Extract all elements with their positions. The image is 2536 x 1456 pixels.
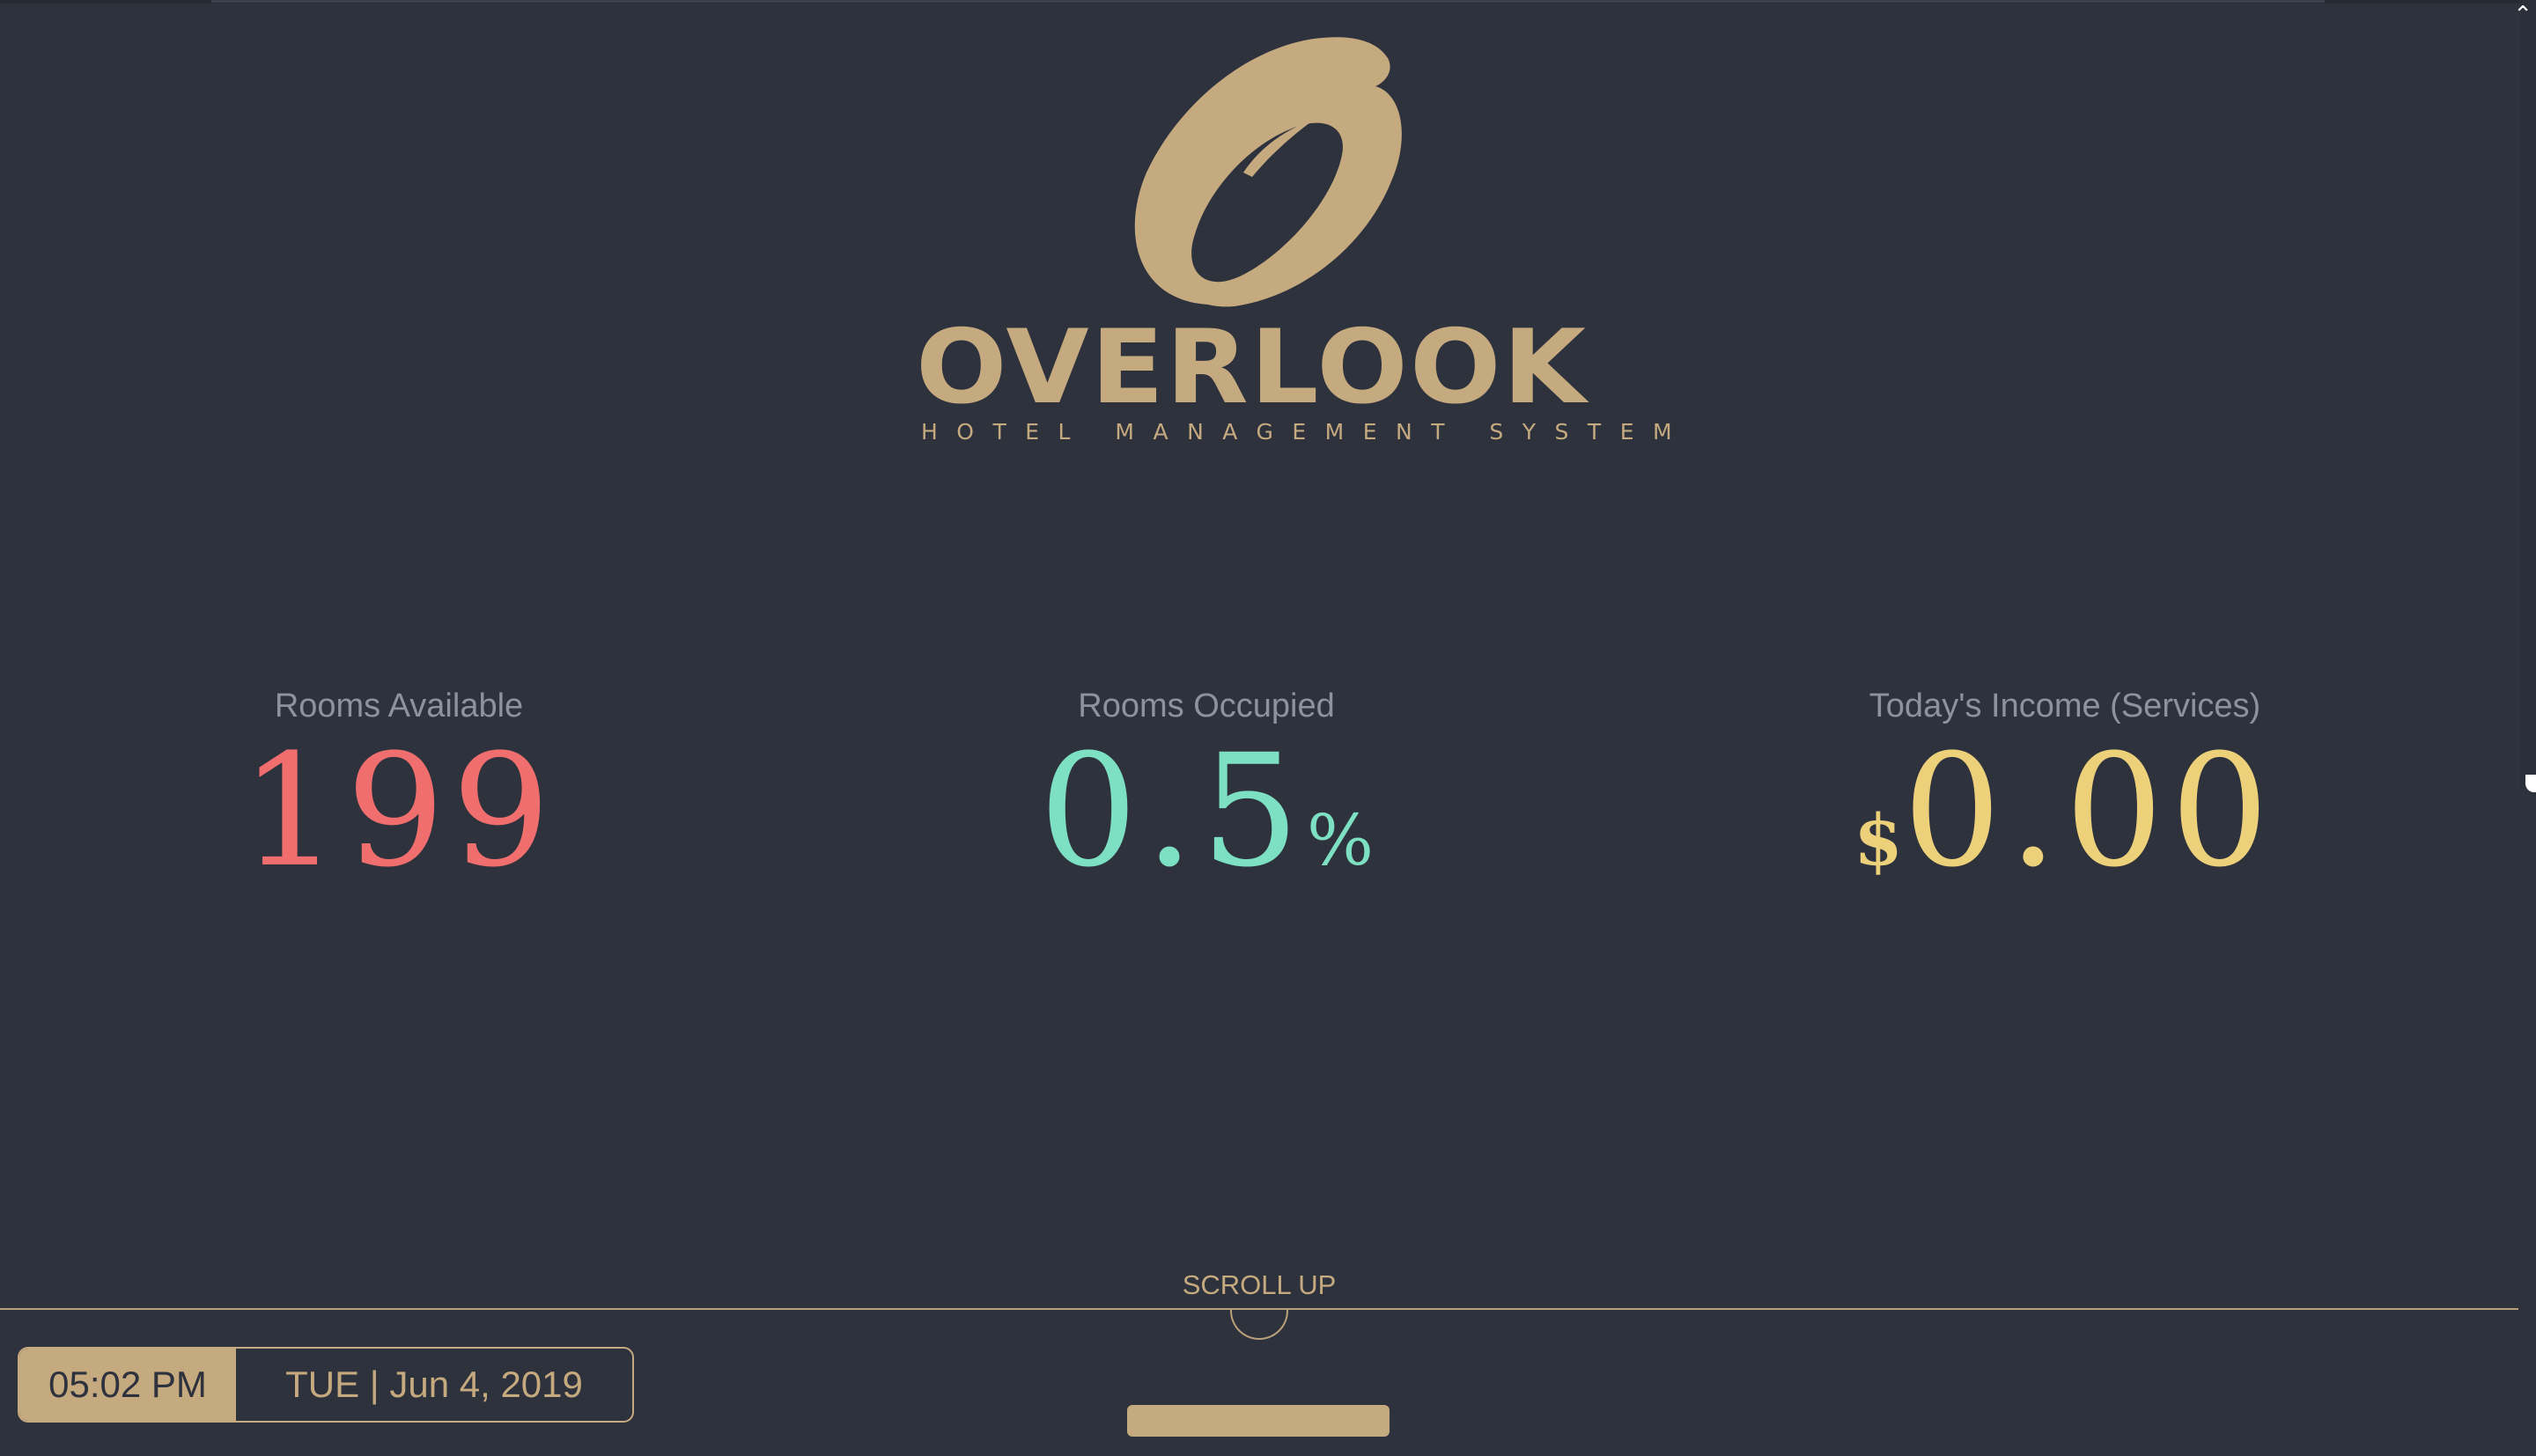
percent-suffix: % (1306, 799, 1374, 881)
scrollbar-thumb[interactable] (2525, 775, 2536, 792)
overlook-logo-icon (1134, 37, 1402, 307)
corner-arrow-icon: ⌃ (2513, 2, 2532, 28)
current-time: 05:02 PM (19, 1349, 236, 1421)
todays-income-value: 0.00 (1902, 721, 2276, 901)
top-border (0, 0, 2536, 4)
todays-income-stat: Today's Income (Services) $0.00 (1840, 683, 2289, 889)
scrollbar-track[interactable] (2520, 0, 2536, 789)
rooms-available-value-row: 199 (203, 734, 595, 889)
current-date: TUE | Jun 4, 2019 (285, 1364, 583, 1405)
scroll-up-notch-icon[interactable] (1230, 1310, 1288, 1340)
rooms-available-stat: Rooms Available 199 (203, 683, 595, 889)
rooms-occupied-value-row: 0.5% (1004, 734, 1409, 889)
rooms-occupied-value: 0.5 (1039, 721, 1307, 901)
datetime-display: 05:02 PM TUE | Jun 4, 2019 (18, 1347, 634, 1423)
brand-tagline: HOTEL MANAGEMENT SYSTEM (921, 419, 1692, 445)
rooms-available-value: 199 (240, 721, 557, 901)
dollar-prefix: $ (1854, 798, 1903, 881)
scroll-up-button[interactable]: SCROLL UP (1145, 1268, 1374, 1303)
drawer-handle[interactable] (1127, 1405, 1390, 1437)
app-root: ⌃ OVERLOOK HOTEL MANAGEMENT SYSTEM Rooms… (0, 0, 2536, 1456)
todays-income-value-row: $0.00 (1840, 734, 2289, 889)
top-border-highlight (211, 0, 2325, 3)
brand-name: OVERLOOK (916, 308, 1589, 427)
rooms-occupied-stat: Rooms Occupied 0.5% (1004, 683, 1409, 889)
